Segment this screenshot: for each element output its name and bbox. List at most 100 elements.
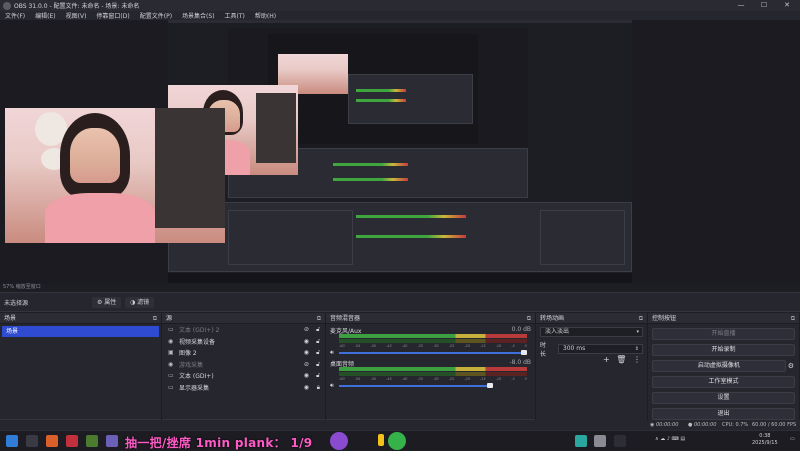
image-source-icon: ▣ [168, 349, 174, 357]
taskbar-app-icon[interactable] [575, 435, 587, 447]
taskbar-app-icon[interactable] [86, 435, 98, 447]
source-item[interactable]: ▭ 文本 (GDI+) 2 ⊘ 🔓︎ [162, 324, 325, 336]
menu-bar: 文件(F) 编辑(E) 视图(V) 停靠窗口(D) 配置文件(P) 场景集合(S… [0, 11, 800, 20]
stream-time: ◉ 00:00:00 [650, 422, 679, 428]
add-transition-icon[interactable]: + [603, 355, 610, 364]
display-source-icon: ▭ [168, 383, 174, 391]
no-source-selected-label: 未选择源 [4, 300, 29, 307]
channel-db: -8.0 dB [509, 359, 531, 366]
menu-profile[interactable]: 配置文件(P) [135, 11, 177, 20]
virtual-camera-settings-icon[interactable]: ⚙ [788, 362, 794, 370]
transition-select[interactable]: 淡入淡出 ▾ [540, 327, 643, 337]
audio-mixer-dock: 音频混音器 ⧉ 麦克风/Aux 0.0 dB -60 -55 -50 -45 -40 -35… [326, 313, 536, 433]
minimize-button[interactable]: — [730, 0, 752, 11]
meter-scale: -60 -55 -50 -45 -40 -35 -30 -25 -20 -15 -10 -5 0 [339, 377, 527, 381]
duration-spinbox[interactable]: 300 ms ⇕ [557, 344, 643, 354]
nested-capture-layer-inner [268, 34, 478, 144]
studio-mode-button[interactable]: 工作室模式 [652, 376, 795, 388]
level-meter [339, 334, 527, 338]
source-item[interactable]: ◉ 视频采集设备 ◉ 🔓︎ [162, 336, 325, 348]
visibility-off-icon: ⊘ [303, 326, 309, 333]
obs-logo-icon [3, 1, 11, 10]
controls-dock-header: 控制按钮 ⧉ [648, 313, 799, 324]
start-recording-button[interactable]: 开始录制 [652, 344, 795, 356]
mixer-channel-desktop: 桌面音频 -8.0 dB -60 -55 -50 -45 -40 -35 -30 -25 -20… [326, 357, 535, 390]
taskbar-app-icon[interactable] [106, 435, 118, 447]
display-capture-layer [168, 20, 632, 283]
menu-view[interactable]: 视图(V) [61, 11, 92, 20]
volume-slider-handle[interactable] [521, 350, 527, 355]
meter-scale: -60 -55 -50 -45 -40 -35 -30 -25 -20 -15 -10 -5 0 [339, 344, 527, 348]
webcam-image [5, 108, 225, 243]
text-source-icon: ▭ [168, 326, 174, 334]
menu-edit[interactable]: 编辑(E) [30, 11, 60, 20]
menu-file[interactable]: 文件(F) [0, 11, 30, 20]
lock-icon: 🔓︎ [316, 349, 320, 356]
volume-slider[interactable] [339, 352, 527, 354]
undock-icon: ⧉ [526, 315, 531, 322]
source-toolbar: 未选择源 ⚙ 属性 ◑ 滤镜 [0, 292, 800, 312]
scenes-dock-header: 场景 ⧉ [0, 313, 161, 324]
settings-button[interactable]: 设置 [652, 392, 795, 404]
lock-icon: 🔓︎ [316, 337, 320, 345]
remove-transition-icon[interactable]: 🗑︎ [616, 355, 626, 364]
source-item[interactable]: ▭ 文本 (GDI+) ◉ 🔓︎ [162, 370, 325, 382]
notification-icon[interactable]: ▭ [790, 436, 795, 442]
exit-button[interactable]: 退出 [652, 408, 795, 420]
transitions-dock-header: 转场动画 ⧉ [536, 313, 647, 324]
title-bar: OBS 31.0.0 - 配置文件: 未命名 - 场景: 未命名 — ☐ ✕ [0, 0, 800, 11]
overlay-banner-text: 抽一把/挫席 1min plank： 1/9 [125, 436, 313, 450]
speaker-icon[interactable]: 🔊︎ [330, 382, 334, 390]
visibility-icon: ◉ [303, 383, 309, 391]
visibility-icon: ◉ [303, 372, 309, 379]
plus-icon [378, 434, 384, 446]
clock[interactable]: 0:38 2025/9/15 [752, 433, 778, 447]
level-meter [339, 372, 527, 376]
lock-icon: 🔓︎ [316, 360, 320, 368]
source-item[interactable]: ▭ 显示器采集 ◉ 🔒︎ [162, 382, 325, 394]
preview-zoom-label[interactable]: 57% 缩放至窗口 [0, 283, 800, 292]
undock-icon: ⧉ [152, 315, 157, 322]
source-item[interactable]: ▣ 图像 2 ◉ 🔓︎ [162, 347, 325, 359]
start-streaming-button[interactable]: 开始直播 [652, 328, 795, 340]
level-meter [339, 367, 527, 371]
preview-canvas[interactable] [0, 20, 800, 283]
maximize-button[interactable]: ☐ [753, 0, 775, 11]
menu-scene-collection[interactable]: 场景集合(S) [177, 11, 220, 20]
tray-icons[interactable]: ∧ ☁ ♪ ⌨ ▤ [655, 436, 685, 442]
scene-list-item[interactable]: 场景 [2, 326, 159, 337]
properties-button[interactable]: ⚙ 属性 [92, 297, 122, 308]
start-virtual-camera-button[interactable]: 启动虚拟摄像机 [652, 360, 786, 372]
close-button[interactable]: ✕ [776, 0, 798, 11]
lock-icon: 🔓︎ [316, 372, 320, 379]
taskbar-app-icon[interactable] [66, 435, 78, 447]
menu-help[interactable]: 帮助(H) [250, 11, 281, 20]
menu-tools[interactable]: 工具(T) [220, 11, 250, 20]
undock-icon: ⧉ [638, 315, 643, 322]
level-meter [339, 339, 527, 343]
fps-readout: 60.00 / 60.00 FPS [752, 422, 797, 428]
taskbar-app-icon[interactable] [46, 435, 58, 447]
visibility-off-icon: ⊘ [303, 360, 309, 368]
filters-button[interactable]: ◑ 滤镜 [125, 297, 155, 308]
window-title: OBS 31.0.0 - 配置文件: 未命名 - 场景: 未命名 [14, 3, 140, 10]
taskbar-app-icon[interactable] [26, 435, 38, 447]
transition-menu-icon[interactable]: ⋮ [633, 355, 641, 364]
windows-start-icon[interactable] [6, 435, 18, 447]
lock-icon: 🔓︎ [316, 326, 320, 333]
menu-docks[interactable]: 停靠窗口(D) [91, 11, 134, 20]
source-item[interactable]: ◉ 游戏采集 ⊘ 🔓︎ [162, 359, 325, 371]
audio-mixer-header: 音频混音器 ⧉ [326, 313, 535, 324]
sources-dock: 源 ⧉ ▭ 文本 (GDI+) 2 ⊘ 🔓︎ ◉ 视频采集设备 ◉ 🔓︎ ▣ 图像 2 ◉ 🔓︎ ◉… [162, 313, 326, 433]
visibility-icon: ◉ [303, 349, 309, 356]
chevron-down-icon: ▾ [636, 329, 639, 335]
speaker-icon[interactable]: 🔊︎ [330, 349, 334, 357]
taskbar: 抽一把/挫席 1min plank： 1/9 ∧ ☁ ♪ ⌨ ▤ 0:38 202… [0, 430, 800, 450]
transitions-dock: 转场动画 ⧉ 淡入淡出 ▾ 时长 300 ms ⇕ + 🗑︎ ⋮ [536, 313, 648, 433]
volume-slider[interactable] [339, 385, 493, 387]
visibility-icon: ◉ [303, 337, 309, 345]
taskbar-app-icon[interactable] [614, 435, 626, 447]
status-bar: ◉ 00:00:00 ● 00:00:00 CPU: 0.7% 60.00 / … [0, 420, 800, 430]
taskbar-app-icon[interactable] [594, 435, 606, 447]
volume-slider-handle[interactable] [487, 383, 493, 388]
